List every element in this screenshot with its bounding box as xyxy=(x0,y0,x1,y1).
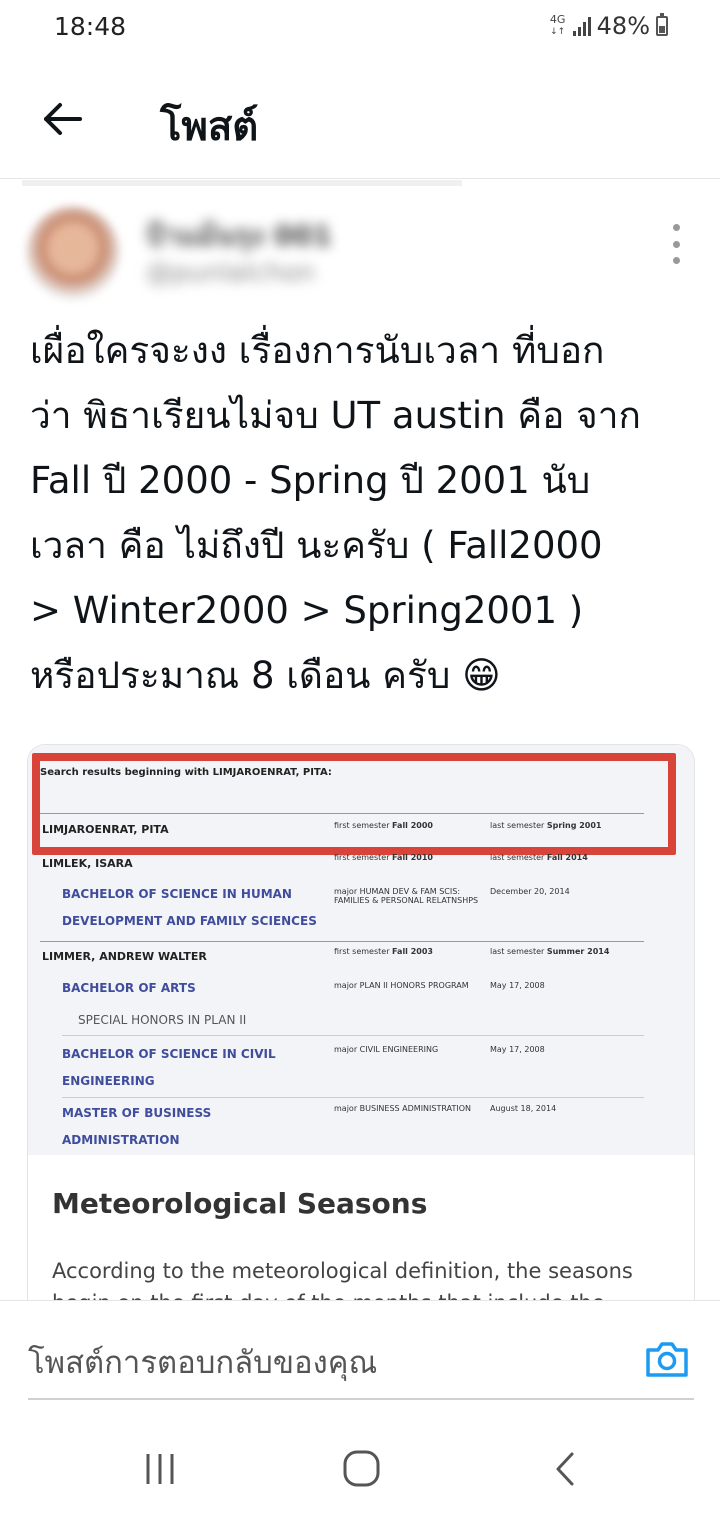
network-label: 4G xyxy=(549,13,566,26)
post-line: หรือประมาณ 8 เดือน ครับ 😁 xyxy=(30,654,501,697)
signal-icon xyxy=(572,16,591,36)
page-title: โพสต์ xyxy=(160,104,259,150)
graduation-date: December 20, 2014 xyxy=(490,887,570,896)
author-name[interactable]: ป้าแม้นรุง 001 xyxy=(146,214,332,258)
graduation-date: August 18, 2014 xyxy=(490,1104,557,1113)
preview-title: Meteorological Seasons xyxy=(52,1187,428,1220)
degree: BACHELOR OF SCIENCE IN HUMAN DEVELOPMENT … xyxy=(62,887,317,928)
reply-input[interactable]: โพสต์การตอบกลับของคุณ xyxy=(28,1337,377,1387)
post-text: เผื่อใครจะงง เรื่องการนับเวลา ที่บอก ว่า… xyxy=(30,318,702,708)
more-options-button[interactable] xyxy=(664,224,688,264)
major: major HUMAN DEV & FAM SCIS: FAMILIES & PE… xyxy=(334,887,479,905)
post-line: > Winter2000 > Spring2001 ) xyxy=(30,589,584,632)
degree: BACHELOR OF SCIENCE IN CIVIL ENGINEERING xyxy=(62,1047,276,1088)
post-line: Fall ปี 2000 - Spring ปี 2001 นับ xyxy=(30,459,591,502)
divider xyxy=(22,180,462,186)
arrow-left-icon xyxy=(44,103,82,135)
author-handle[interactable]: @punlalchon xyxy=(146,258,315,288)
degree: BACHELOR OF ARTS xyxy=(62,981,196,995)
system-nav-bar xyxy=(0,1400,720,1520)
reply-bar: โพสต์การตอบกลับของคุณ xyxy=(0,1300,720,1400)
last-semester: last semester Summer 2014 xyxy=(490,947,610,956)
honors: SPECIAL HONORS IN PLAN II xyxy=(78,1013,247,1027)
data-arrows-icon: ↓↑ xyxy=(550,27,566,37)
post-line: เวลา คือ ไม่ถึงปี นะครับ ( Fall2000 xyxy=(30,524,603,567)
student-name: LIMLEK, ISARA xyxy=(42,857,133,870)
major: major CIVIL ENGINEERING xyxy=(334,1045,439,1054)
graduation-date: May 17, 2008 xyxy=(490,1045,545,1054)
first-semester: first semester Fall 2003 xyxy=(334,947,433,956)
divider xyxy=(62,1097,644,1098)
top-app-bar: โพสต์ xyxy=(0,60,720,179)
degree: MASTER OF BUSINESS ADMINISTRATION xyxy=(62,1106,212,1147)
attached-screenshot[interactable]: Search results beginning with LIMJAROENR… xyxy=(28,745,694,1155)
battery-icon xyxy=(656,13,668,36)
student-name: LIMJAROENRAT, PITA xyxy=(42,823,169,836)
recent-apps-button[interactable] xyxy=(140,1450,184,1490)
nav-back-icon xyxy=(556,1452,574,1486)
last-semester: last semester Fall 2014 xyxy=(490,853,588,862)
major: major BUSINESS ADMINISTRATION xyxy=(334,1104,471,1113)
more-vertical-icon xyxy=(672,224,680,231)
post-line: ว่า พิธาเรียนไม่จบ UT austin คือ จาก xyxy=(30,394,641,437)
camera-icon xyxy=(646,1342,688,1377)
major: major PLAN II HONORS PROGRAM xyxy=(334,981,469,990)
student-name: LIMMER, ANDREW WALTER xyxy=(42,950,207,963)
first-semester: first semester Fall 2000 xyxy=(334,821,433,830)
status-time: 18:48 xyxy=(54,12,127,41)
media-card[interactable]: Search results beginning with LIMJAROENR… xyxy=(27,744,695,1366)
network-type: 4G ↓↑ xyxy=(549,14,567,38)
divider xyxy=(40,813,644,814)
last-semester: last semester Spring 2001 xyxy=(490,821,602,830)
divider xyxy=(40,941,644,942)
camera-button[interactable] xyxy=(644,1339,690,1379)
graduation-date: May 17, 2008 xyxy=(490,981,545,990)
recent-apps-icon xyxy=(146,1454,174,1484)
post-line: เผื่อใครจะงง เรื่องการนับเวลา ที่บอก xyxy=(30,329,605,372)
status-bar: 18:48 4G ↓↑ 48% xyxy=(0,0,720,56)
divider xyxy=(62,1035,644,1036)
first-semester: first semester Fall 2010 xyxy=(334,853,433,862)
home-button[interactable] xyxy=(340,1450,384,1490)
avatar[interactable] xyxy=(26,206,120,300)
search-results-header: Search results beginning with LIMJAROENR… xyxy=(40,767,332,778)
status-indicators: 4G ↓↑ 48% xyxy=(549,12,668,40)
battery-percent: 48% xyxy=(596,12,650,40)
home-icon xyxy=(343,1450,380,1487)
nav-back-button[interactable] xyxy=(546,1450,590,1490)
back-button[interactable] xyxy=(38,94,88,144)
